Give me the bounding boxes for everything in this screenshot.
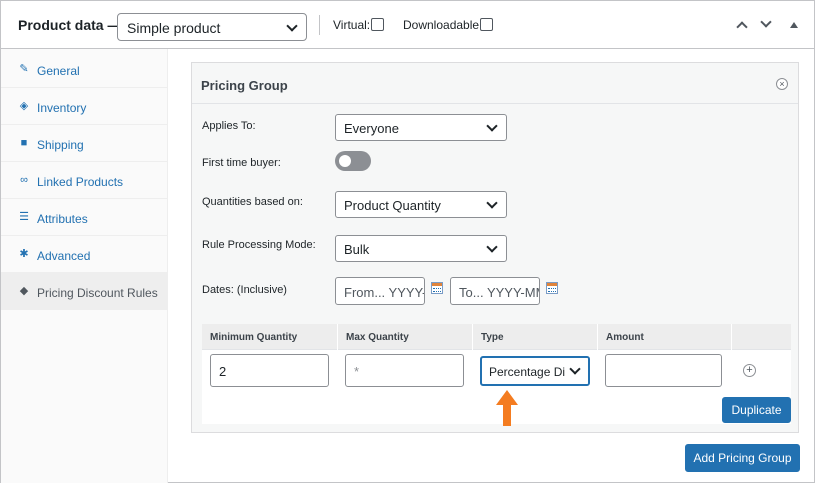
link-icon: ∞: [20, 174, 28, 186]
product-data-tabs: ✎ General ◈ Inventory ■ Shipping ∞ Linke…: [1, 49, 168, 483]
chevron-down-icon: [486, 120, 498, 132]
header-divider: [319, 15, 320, 35]
add-pricing-group-button[interactable]: Add Pricing Group: [685, 444, 800, 472]
quantities-based-on-value: Product Quantity: [344, 198, 441, 213]
pricetag-icon: ◆: [19, 285, 29, 297]
product-data-title: Product data —: [18, 17, 122, 33]
pricing-group-title: Pricing Group: [201, 78, 288, 93]
min-quantity-value: 2: [219, 364, 227, 379]
applies-to-label: Applies To:: [202, 120, 256, 132]
rule-processing-mode-value: Bulk: [344, 242, 370, 257]
tag-icon: ◈: [19, 100, 29, 112]
tab-advanced[interactable]: ✱ Advanced: [1, 236, 168, 273]
product-type-select[interactable]: Simple product: [117, 13, 307, 41]
max-quantity-input[interactable]: *: [345, 354, 464, 387]
first-time-buyer-toggle[interactable]: [335, 151, 371, 171]
tab-attributes[interactable]: ☰ Attributes: [1, 199, 168, 236]
dates-label: Dates: (Inclusive): [202, 284, 287, 296]
panel-divider: [192, 103, 798, 104]
date-from-placeholder: From... YYYY-: [344, 285, 425, 300]
chevron-down-icon: [286, 20, 298, 32]
chevron-down-icon: [486, 241, 498, 253]
date-to-input[interactable]: To... YYYY-MM: [450, 277, 540, 305]
tab-shipping[interactable]: ■ Shipping: [1, 125, 168, 162]
column-type: Type: [473, 324, 598, 350]
tab-inventory-label: Inventory: [37, 101, 87, 115]
rule-processing-mode-label: Rule Processing Mode:: [202, 239, 316, 251]
tab-advanced-label: Advanced: [37, 249, 91, 263]
product-data-header: Product data — Simple product Virtual: D…: [1, 1, 814, 49]
list-icon: ☰: [19, 211, 29, 223]
rules-table-header: Minimum Quantity Max Quantity Type Amoun…: [202, 324, 791, 350]
toggle-knob: [339, 155, 351, 167]
discount-type-select[interactable]: Percentage Di: [480, 356, 590, 386]
tab-general-label: General: [37, 64, 80, 78]
first-time-buyer-label: First time buyer:: [202, 157, 281, 169]
quantities-based-on-select[interactable]: Product Quantity: [335, 191, 507, 218]
wrench-icon: ✎: [19, 63, 29, 75]
collapse-toggle-icon[interactable]: [790, 22, 798, 28]
highlight-arrow-icon: [496, 390, 518, 426]
calendar-from-icon[interactable]: [431, 282, 443, 294]
tab-linked-products[interactable]: ∞ Linked Products: [1, 162, 168, 199]
max-quantity-value: *: [354, 364, 360, 379]
calendar-to-icon[interactable]: [546, 282, 558, 294]
tab-pricing-discount-rules-label: Pricing Discount Rules: [37, 286, 158, 300]
date-to-placeholder: To... YYYY-MM: [459, 285, 540, 300]
close-icon[interactable]: ×: [776, 78, 788, 90]
add-rule-icon[interactable]: +: [743, 364, 756, 377]
downloadable-label: Downloadable:: [403, 18, 483, 32]
chevron-down-icon: [569, 363, 581, 375]
column-min-quantity: Minimum Quantity: [202, 324, 338, 350]
date-from-input[interactable]: From... YYYY-: [335, 277, 425, 305]
tab-attributes-label: Attributes: [37, 212, 88, 226]
virtual-label: Virtual:: [333, 18, 371, 32]
product-data-panel: Product data — Simple product Virtual: D…: [0, 0, 815, 483]
tab-inventory[interactable]: ◈ Inventory: [1, 88, 168, 125]
column-max-quantity: Max Quantity: [338, 324, 473, 350]
min-quantity-input[interactable]: 2: [210, 354, 329, 387]
gear-icon: ✱: [19, 248, 29, 260]
downloadable-checkbox[interactable]: [480, 18, 493, 31]
discount-type-value: Percentage Di: [489, 365, 566, 379]
applies-to-value: Everyone: [344, 121, 399, 136]
tab-linked-products-label: Linked Products: [37, 175, 124, 189]
column-amount: Amount: [598, 324, 732, 350]
quantities-based-on-label: Quantities based on:: [202, 196, 303, 208]
tab-pricing-discount-rules[interactable]: ◆ Pricing Discount Rules: [1, 273, 168, 310]
rule-processing-mode-select[interactable]: Bulk: [335, 235, 507, 262]
truck-icon: ■: [20, 137, 28, 149]
amount-input[interactable]: [605, 354, 722, 387]
virtual-checkbox[interactable]: [371, 18, 384, 31]
tab-general[interactable]: ✎ General: [1, 51, 168, 88]
applies-to-select[interactable]: Everyone: [335, 114, 507, 141]
duplicate-button[interactable]: Duplicate: [722, 397, 791, 423]
tab-shipping-label: Shipping: [37, 138, 84, 152]
chevron-down-icon: [486, 197, 498, 209]
pricing-group-panel: Pricing Group × Applies To: Everyone Fir…: [191, 62, 799, 433]
product-type-value: Simple product: [127, 20, 221, 36]
move-up-icon[interactable]: [736, 21, 748, 33]
move-down-icon[interactable]: [760, 16, 772, 28]
